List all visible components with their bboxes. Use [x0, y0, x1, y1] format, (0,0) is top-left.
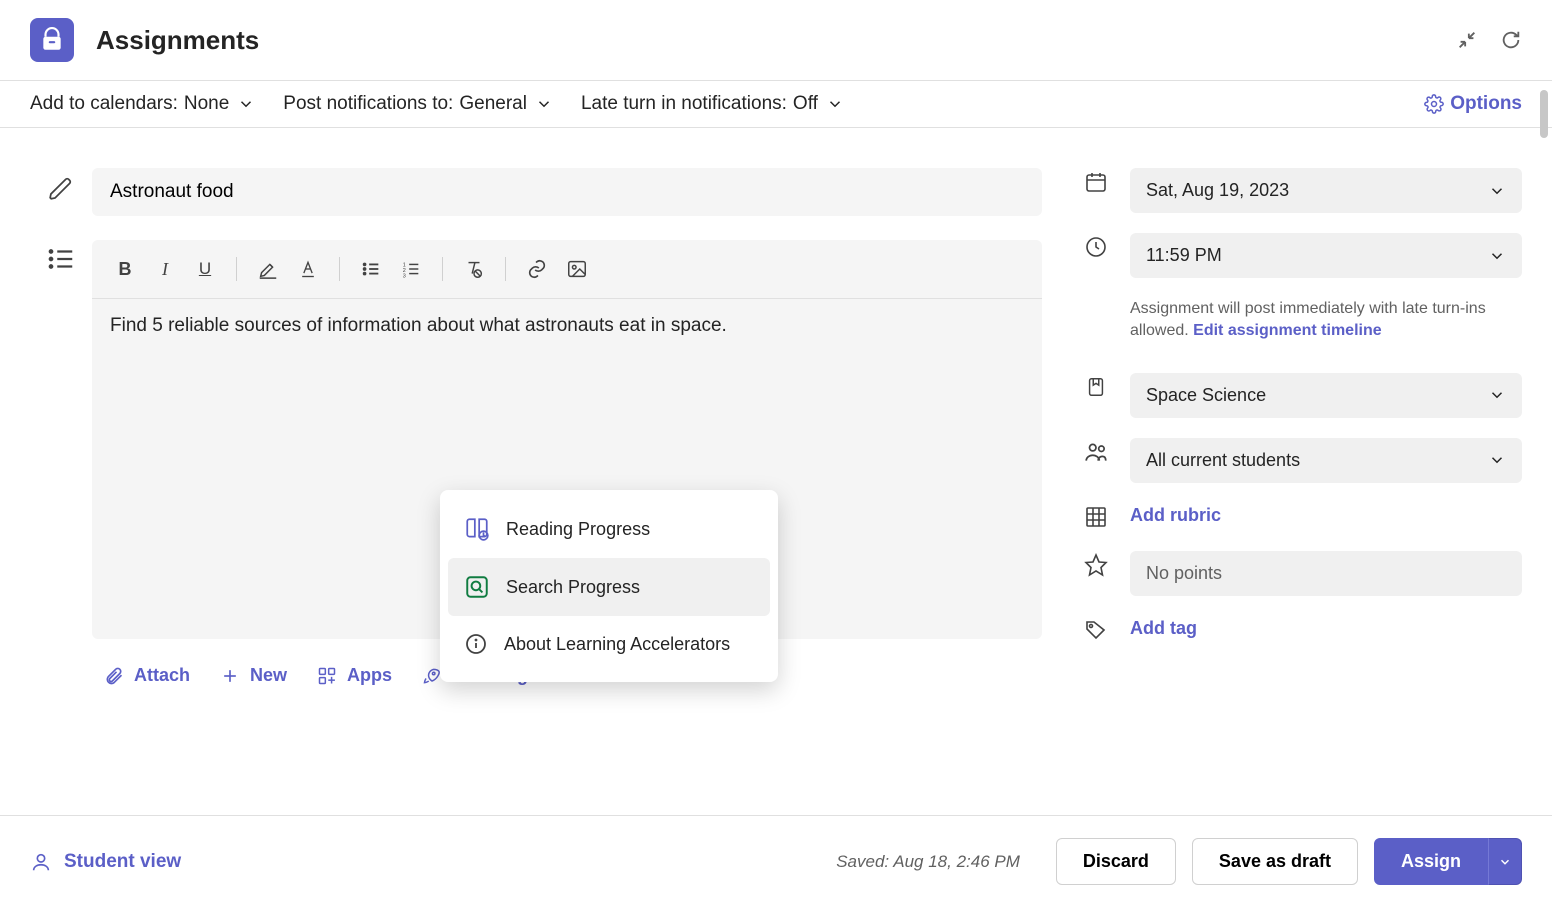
italic-button[interactable]: I [148, 252, 182, 286]
subject-value: Space Science [1146, 385, 1266, 406]
add-tag-link[interactable]: Add tag [1130, 616, 1522, 639]
due-date-value: Sat, Aug 19, 2023 [1146, 180, 1289, 201]
chevron-down-icon [1488, 451, 1506, 469]
calendars-label: Add to calendars: [30, 93, 178, 115]
popup-reading-progress-label: Reading Progress [506, 519, 650, 540]
add-rubric-link[interactable]: Add rubric [1130, 503, 1522, 526]
info-icon [464, 632, 488, 656]
star-icon [1082, 551, 1110, 579]
learning-accelerators-popup: Reading Progress Search Progress About L… [440, 490, 778, 682]
tag-icon [1082, 616, 1110, 644]
rubric-icon [1082, 503, 1110, 531]
popup-about-label: About Learning Accelerators [504, 634, 730, 655]
page-title: Assignments [96, 25, 1456, 56]
collapse-icon[interactable] [1456, 29, 1478, 51]
save-as-draft-button[interactable]: Save as draft [1192, 838, 1358, 885]
link-button[interactable] [520, 252, 554, 286]
highlight-button[interactable] [251, 252, 285, 286]
due-time-value: 11:59 PM [1146, 245, 1222, 266]
apps-label: Apps [347, 665, 392, 686]
assignment-body-text: Find 5 reliable sources of information a… [110, 315, 727, 336]
popup-search-progress[interactable]: Search Progress [448, 558, 770, 616]
add-to-calendars-dropdown[interactable]: Add to calendars: None [30, 93, 255, 115]
clock-icon [1082, 233, 1110, 261]
new-label: New [250, 665, 287, 686]
late-value: Off [793, 93, 818, 115]
app-icon [30, 18, 74, 62]
due-time-dropdown[interactable]: 11:59 PM [1130, 233, 1522, 278]
reading-progress-icon [464, 516, 490, 542]
popup-about-learning-accelerators[interactable]: About Learning Accelerators [448, 616, 770, 672]
image-button[interactable] [560, 252, 594, 286]
underline-button[interactable]: U [188, 252, 222, 286]
timeline-info-text: Assignment will post immediately with la… [1130, 298, 1522, 343]
chevron-down-icon [535, 95, 553, 113]
due-date-dropdown[interactable]: Sat, Aug 19, 2023 [1130, 168, 1522, 213]
edit-timeline-link[interactable]: Edit assignment timeline [1193, 322, 1381, 339]
chevron-down-icon [1488, 182, 1506, 200]
chevron-down-icon [237, 95, 255, 113]
edit-icon[interactable] [48, 176, 74, 202]
post-value: General [459, 93, 527, 115]
refresh-icon[interactable] [1500, 29, 1522, 51]
subject-dropdown[interactable]: Space Science [1130, 373, 1522, 418]
post-notifications-dropdown[interactable]: Post notifications to: General [283, 93, 553, 115]
student-view-button[interactable]: Student view [30, 851, 181, 873]
people-icon [1082, 438, 1110, 466]
calendars-value: None [184, 93, 229, 115]
student-view-label: Student view [64, 851, 181, 873]
bold-button[interactable]: B [108, 252, 142, 286]
options-label: Options [1450, 93, 1522, 115]
popup-reading-progress[interactable]: Reading Progress [448, 500, 770, 558]
options-button[interactable]: Options [1424, 93, 1522, 115]
bullet-list-button[interactable] [354, 252, 388, 286]
chevron-down-icon [1488, 386, 1506, 404]
apps-icon [317, 666, 337, 686]
assign-button[interactable]: Assign [1374, 838, 1488, 885]
numbered-list-button[interactable]: 123 [394, 252, 428, 286]
chevron-down-icon [1488, 247, 1506, 265]
list-icon[interactable] [46, 244, 76, 274]
late-turnin-dropdown[interactable]: Late turn in notifications: Off [581, 93, 844, 115]
assign-split-button[interactable] [1488, 838, 1522, 885]
attach-label: Attach [134, 665, 190, 686]
late-label: Late turn in notifications: [581, 93, 787, 115]
gear-icon [1424, 94, 1444, 114]
calendar-icon [1082, 168, 1110, 196]
clear-format-button[interactable] [457, 252, 491, 286]
students-value: All current students [1146, 450, 1300, 471]
popup-search-progress-label: Search Progress [506, 577, 640, 598]
post-label: Post notifications to: [283, 93, 453, 115]
discard-button[interactable]: Discard [1056, 838, 1176, 885]
attach-button[interactable]: Attach [104, 665, 190, 686]
search-progress-icon [464, 574, 490, 600]
new-button[interactable]: New [220, 665, 287, 686]
font-color-button[interactable] [291, 252, 325, 286]
attach-icon [104, 666, 124, 686]
plus-icon [220, 666, 240, 686]
svg-text:3: 3 [403, 273, 406, 279]
saved-status: Saved: Aug 18, 2:46 PM [836, 852, 1020, 872]
apps-button[interactable]: Apps [317, 665, 392, 686]
points-input[interactable]: No points [1130, 551, 1522, 596]
assignment-title-input[interactable] [92, 168, 1042, 216]
person-icon [30, 851, 52, 873]
chevron-down-icon [1498, 855, 1512, 869]
students-dropdown[interactable]: All current students [1130, 438, 1522, 483]
chevron-down-icon [826, 95, 844, 113]
bookmark-icon [1082, 373, 1110, 401]
